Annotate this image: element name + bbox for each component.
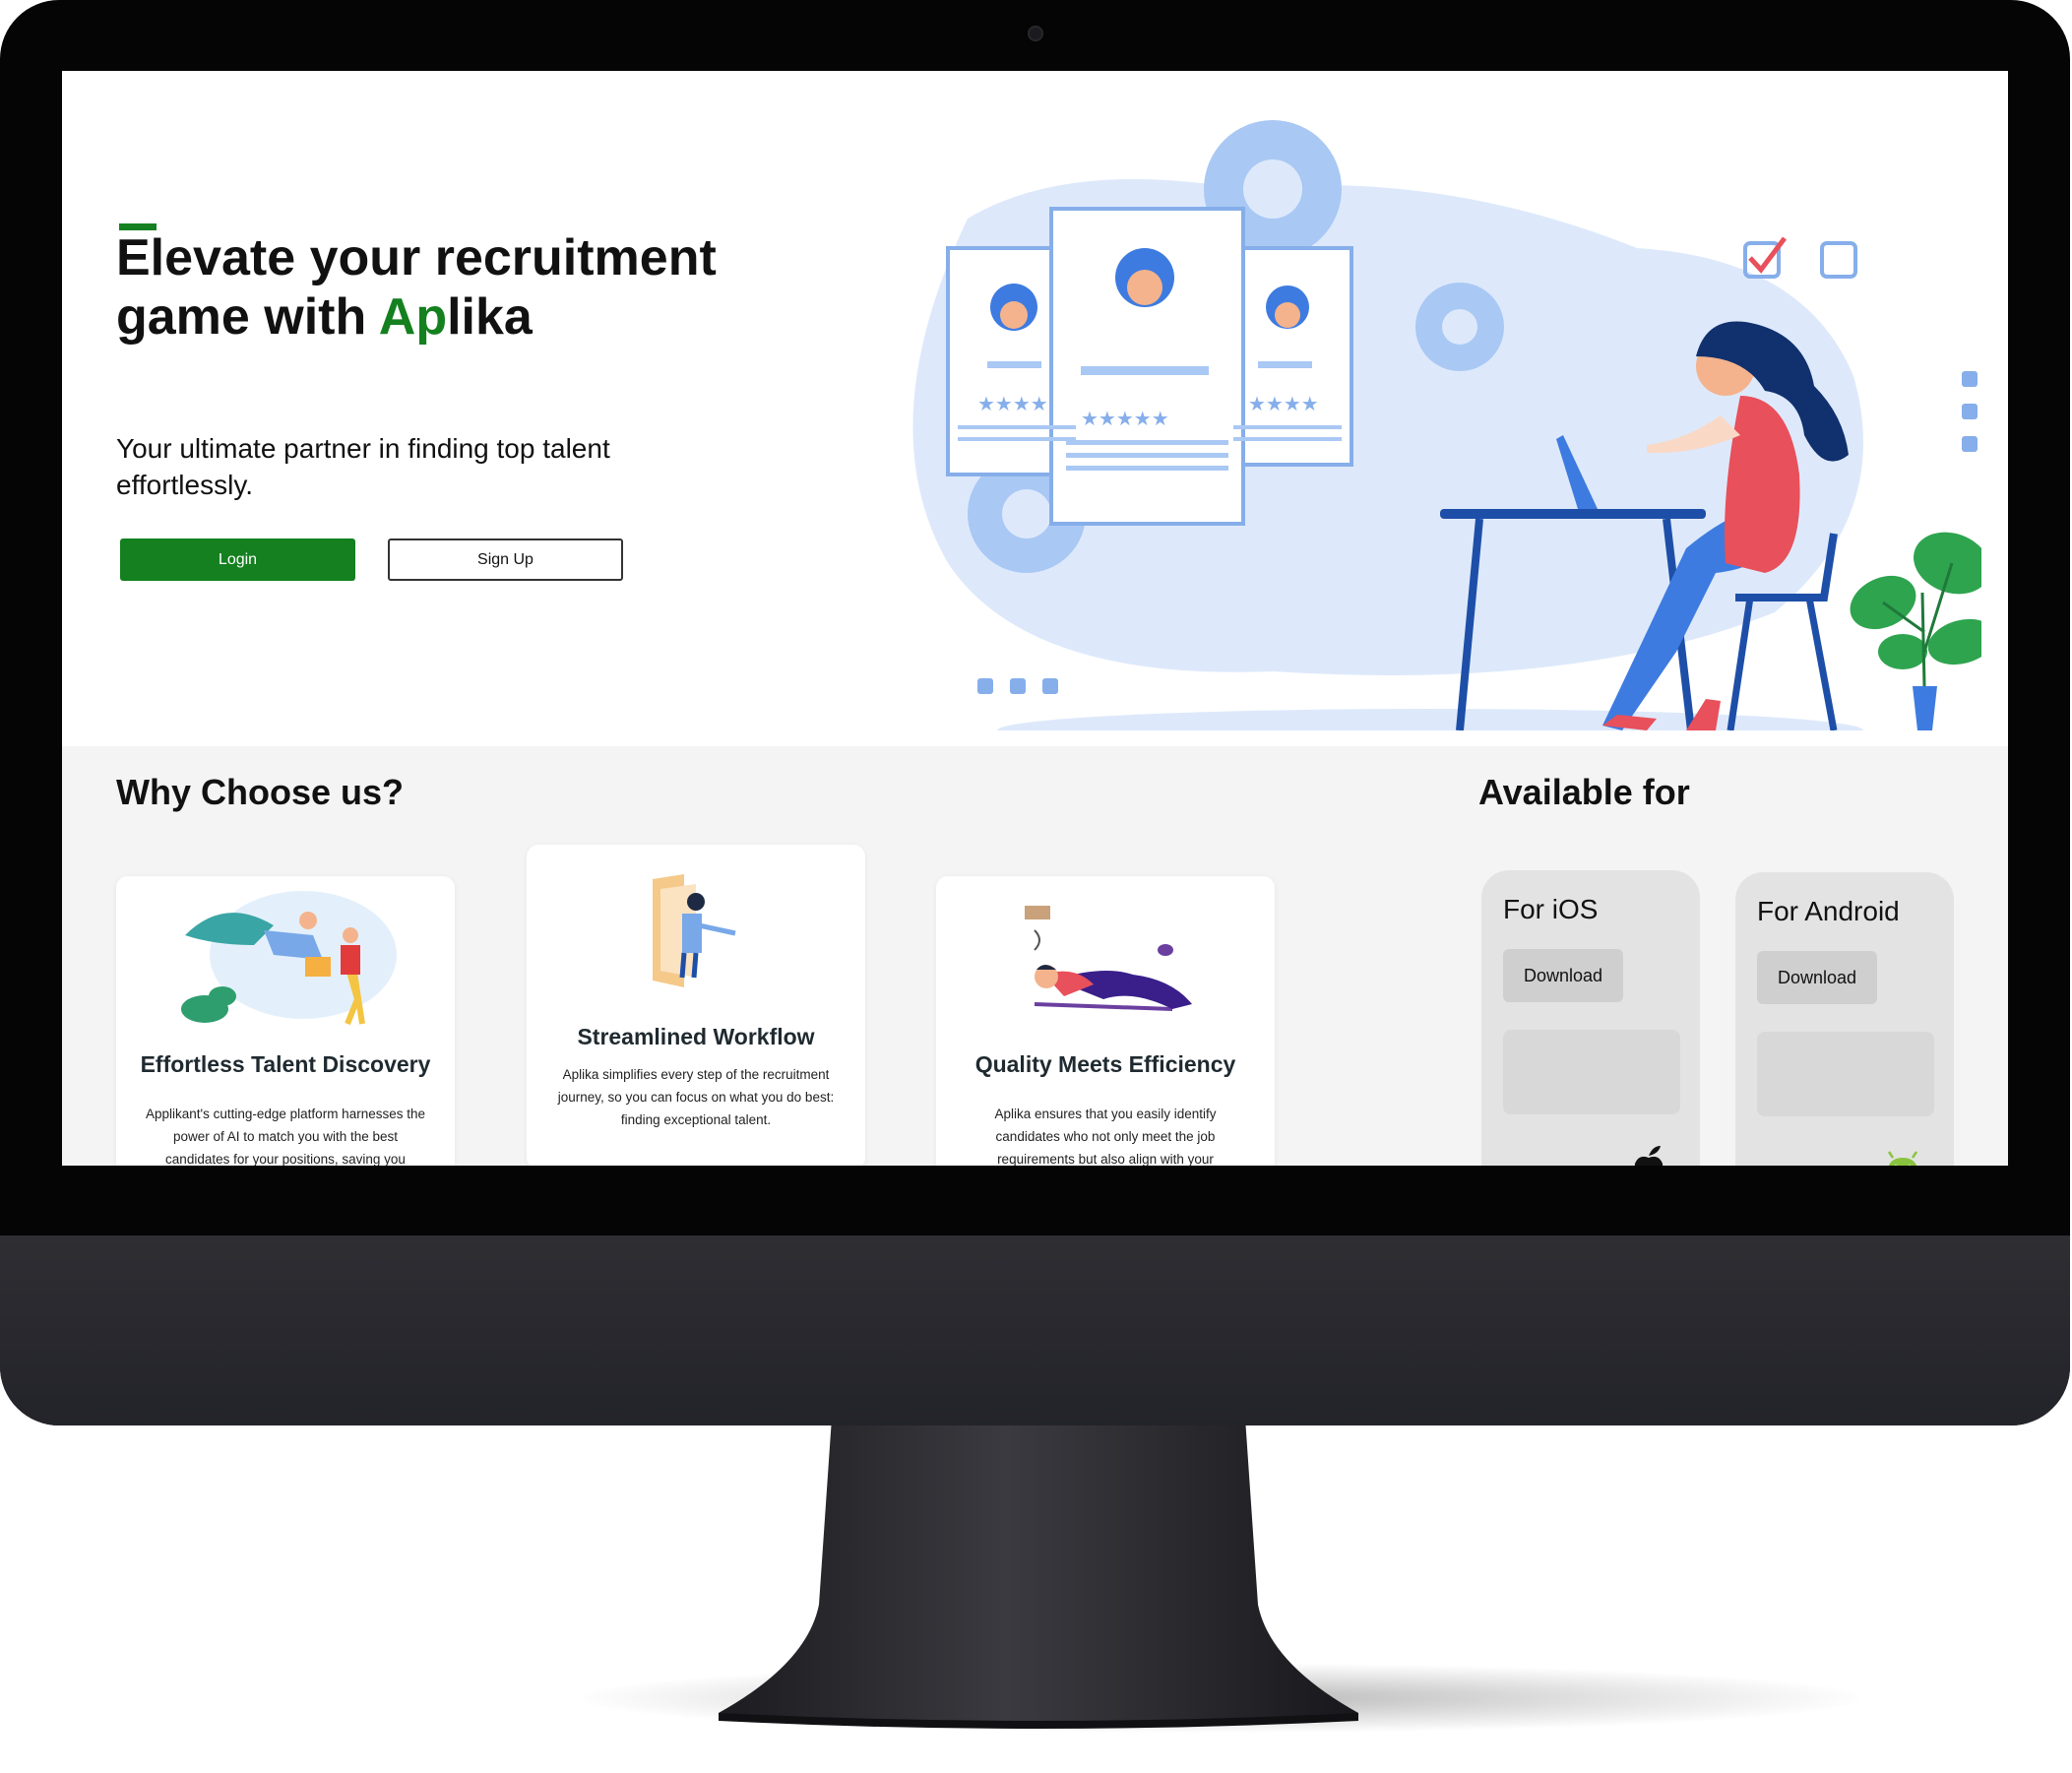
hero-headline: Elevate your recruitment game with Aplik… [116, 228, 726, 347]
feature-card-title: Streamlined Workflow [577, 1024, 815, 1049]
monitor-stand [719, 1418, 1358, 1729]
brand-name-highlight: Ap [378, 288, 448, 346]
feature-card-description: Aplika ensures that you easily identify … [994, 1107, 1217, 1166]
monitor-chin [0, 1235, 2070, 1425]
platform-card-ios: For iOS Download [1481, 870, 1700, 1166]
webcam-icon [1028, 26, 1043, 41]
svg-text:★★★★: ★★★★ [1248, 392, 1319, 415]
feature-card-title: Quality Meets Efficiency [974, 1051, 1236, 1077]
signup-button[interactable]: Sign Up [388, 538, 623, 581]
superhero-delivery-illustration [181, 891, 397, 1026]
feature-card-talent-discovery: Effortless Talent Discovery Applikant's … [116, 876, 455, 1166]
svg-text:★★★★★: ★★★★★ [1081, 407, 1169, 430]
why-choose-title: Why Choose us? [116, 772, 405, 812]
recruitment-hero-illustration: ★★★★★★★★★★★★★ [912, 120, 1981, 730]
hero-section: Elevate your recruitment game with Aplik… [62, 71, 2008, 746]
feature-card-title: Effortless Talent Discovery [140, 1051, 431, 1077]
available-for-title: Available for [1478, 772, 1690, 812]
android-icon [1887, 1151, 1918, 1166]
ios-download-button[interactable]: Download [1503, 949, 1623, 1002]
platform-preview-placeholder [1503, 1030, 1680, 1114]
feature-card-quality-efficiency: Quality Meets Efficiency Aplika ensures … [936, 876, 1275, 1166]
platform-name: For iOS [1503, 894, 1599, 924]
android-download-button[interactable]: Download [1757, 951, 1877, 1004]
platform-card-android: For Android Download [1735, 872, 1954, 1166]
feature-card-streamlined-workflow: Streamlined Workflow Aplika simplifies e… [527, 845, 865, 1166]
relaxing-person-illustration [1025, 906, 1192, 1011]
brand-name-rest: lika [447, 288, 533, 346]
platform-name: For Android [1757, 896, 1900, 926]
login-button[interactable]: Login [120, 538, 355, 581]
features-section: Why Choose us? Available for Effortless … [62, 746, 2008, 1166]
web-page: Elevate your recruitment game with Aplik… [62, 71, 2008, 1166]
feature-card-description: Applikant's cutting-edge platform harnes… [146, 1107, 425, 1166]
person-in-frame-illustration [653, 874, 736, 987]
platform-preview-placeholder [1757, 1032, 1934, 1116]
monitor-bezel: Elevate your recruitment game with Aplik… [0, 0, 2070, 1425]
hero-subline: Your ultimate partner in finding top tal… [116, 433, 610, 500]
svg-text:★★★★: ★★★★ [977, 392, 1048, 415]
feature-card-description: Aplika simplifies every step of the recr… [557, 1067, 835, 1127]
apple-icon [1634, 1146, 1664, 1166]
